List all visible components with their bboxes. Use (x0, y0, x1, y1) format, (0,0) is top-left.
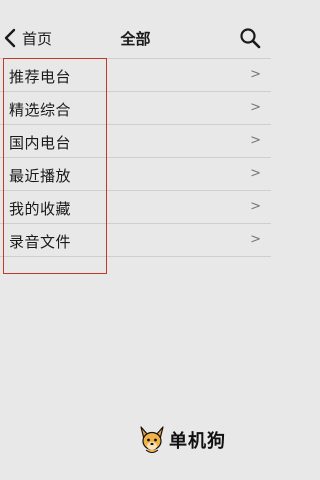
list-item-label: 精选综合 (9, 101, 72, 119)
search-button[interactable] (239, 27, 261, 49)
category-list: 推荐电台 > 精选综合 > 国内电台 > 最近播放 > 我的收藏 > 录音文件 … (0, 58, 271, 257)
list-item-recommended-stations[interactable]: 推荐电台 > (0, 58, 271, 92)
chevron-right-icon: > (250, 100, 261, 115)
dog-logo-icon (138, 425, 166, 455)
chevron-right-icon: > (250, 67, 261, 82)
list-item-label: 我的收藏 (9, 200, 72, 218)
list-item-recordings[interactable]: 录音文件 > (0, 224, 271, 257)
page-title: 全部 (120, 30, 151, 48)
list-item-label: 国内电台 (9, 134, 72, 152)
list-item-featured[interactable]: 精选综合 > (0, 92, 271, 125)
chevron-right-icon: > (250, 133, 261, 148)
list-item-domestic-stations[interactable]: 国内电台 > (0, 125, 271, 158)
watermark-text: 单机狗 (169, 431, 226, 452)
list-item-favorites[interactable]: 我的收藏 > (0, 191, 271, 224)
list-item-label: 录音文件 (9, 233, 72, 251)
chevron-right-icon: > (250, 166, 261, 181)
chevron-right-icon: > (250, 199, 261, 214)
search-icon (239, 27, 261, 49)
chevron-right-icon: > (250, 232, 261, 247)
top-bar: 首页 全部 (0, 0, 271, 58)
list-item-label: 最近播放 (9, 167, 72, 185)
list-item-recently-played[interactable]: 最近播放 > (0, 158, 271, 191)
watermark: 单机狗 (138, 424, 226, 456)
list-item-label: 推荐电台 (9, 68, 72, 86)
